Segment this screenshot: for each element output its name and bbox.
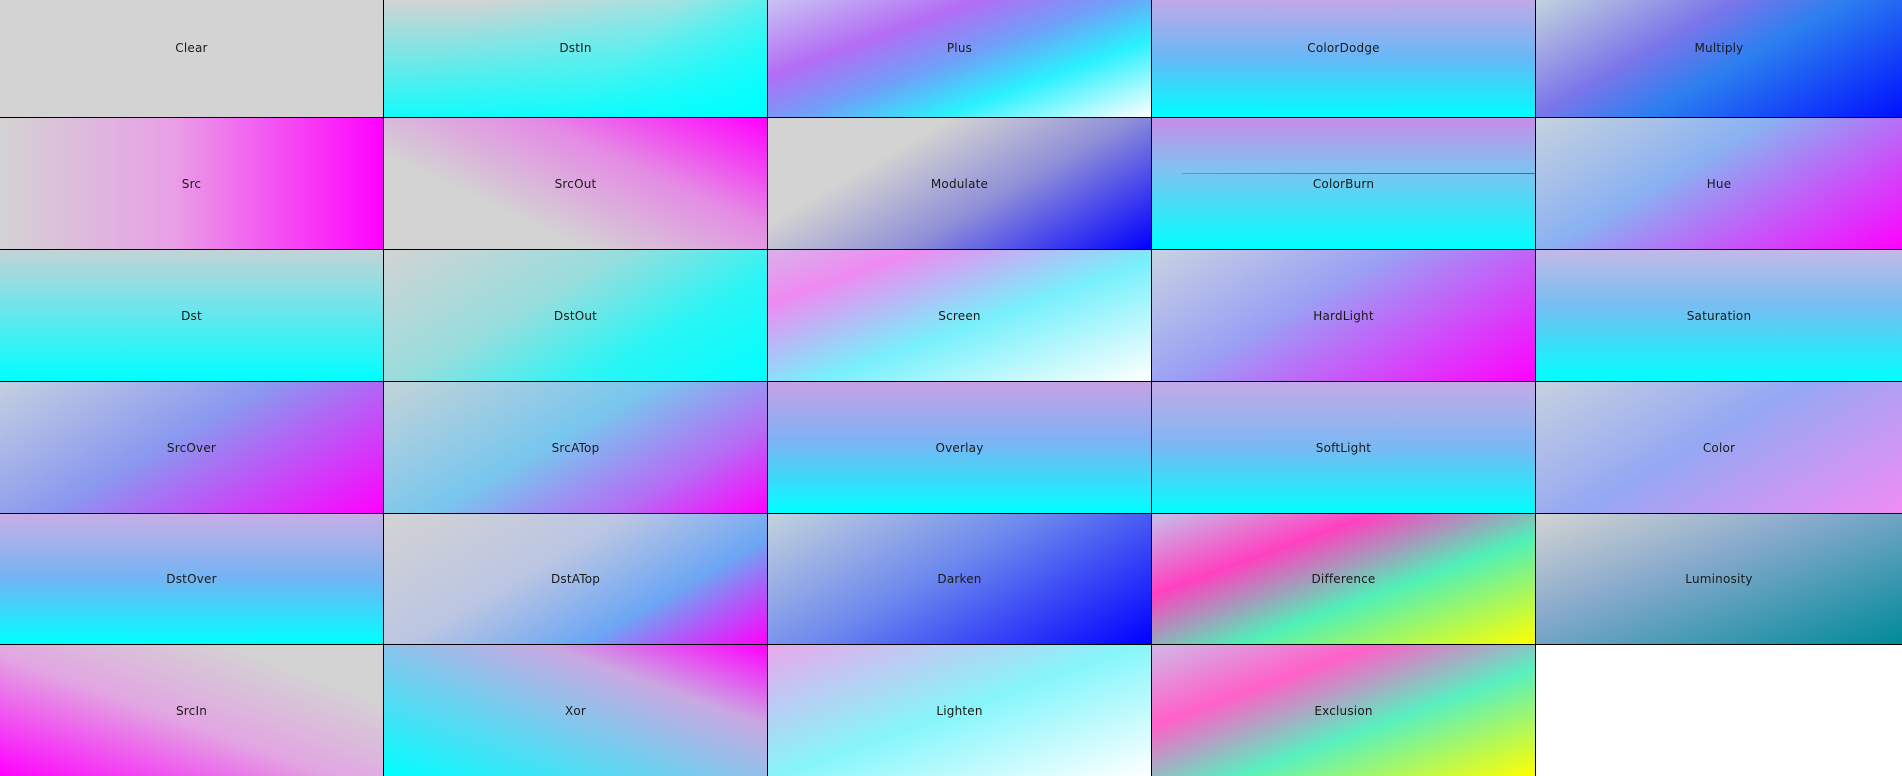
blend-label: Xor [564, 703, 587, 718]
blend-cell-dstover: DstOver [0, 514, 384, 645]
blend-cell-srcout: SrcOut [384, 118, 768, 250]
blend-label: Clear [175, 41, 208, 55]
blend-cell-exclusion: Exclusion [1152, 645, 1536, 776]
blend-cell-lighten: Lighten [768, 645, 1152, 776]
burn-artifact-line [1182, 173, 1535, 174]
blend-cell-dstout: DstOut [384, 250, 768, 382]
blend-cell-hue: Hue [1536, 118, 1902, 250]
blend-label: Plus [946, 41, 973, 55]
blend-label: SrcIn [175, 703, 208, 718]
blend-label: HardLight [1313, 308, 1374, 323]
blend-cell-src: Src [0, 118, 384, 250]
blend-label: DstOut [553, 308, 598, 323]
blend-cell-srcin: SrcIn [0, 645, 384, 776]
blend-cell-color: Color [1536, 382, 1902, 514]
blend-cell-xor: Xor [384, 645, 768, 776]
blend-cell-dstatop: DstATop [384, 514, 768, 645]
blend-label: DstIn [559, 41, 592, 55]
blend-label: Modulate [930, 176, 989, 191]
blend-label: DstOver [166, 572, 217, 586]
blend-label: Hue [1706, 176, 1732, 191]
blend-label: ColorDodge [1307, 41, 1380, 55]
blend-cell-darken: Darken [768, 514, 1152, 645]
blend-cell-plus: Plus [768, 0, 1152, 118]
blend-label: SrcOver [166, 440, 217, 455]
blend-label: Src [181, 176, 202, 191]
blend-cell-hardlight: HardLight [1152, 250, 1536, 382]
blend-label: Dst [181, 308, 202, 323]
blend-label: Darken [937, 572, 982, 586]
blend-label: SoftLight [1315, 440, 1372, 455]
blend-cell-colorburn: ColorBurn [1152, 118, 1536, 250]
blend-label: Color [1702, 440, 1736, 455]
empty-cell [1536, 645, 1902, 776]
blend-label: Screen [938, 308, 981, 323]
blend-cell-saturation: Saturation [1536, 250, 1902, 382]
blend-label: SrcOut [554, 176, 597, 191]
blend-label: Saturation [1686, 308, 1752, 323]
blend-label: Difference [1311, 572, 1376, 586]
blend-cell-difference: Difference [1152, 514, 1536, 645]
blend-cell-dst: Dst [0, 250, 384, 382]
blend-cell-softlight: SoftLight [1152, 382, 1536, 514]
blend-mode-grid: Clear DstIn Plus ColorDodge Multiply Src… [0, 0, 1902, 776]
blend-label: SrcATop [551, 440, 600, 455]
blend-cell-colordodge: ColorDodge [1152, 0, 1536, 118]
blend-label: Lighten [936, 703, 983, 718]
blend-label: Exclusion [1314, 703, 1373, 718]
blend-cell-dstin: DstIn [384, 0, 768, 118]
blend-label: Multiply [1694, 41, 1744, 55]
blend-cell-clear: Clear [0, 0, 384, 118]
blend-cell-srcatop: SrcATop [384, 382, 768, 514]
blend-label: ColorBurn [1312, 176, 1375, 191]
blend-label: Overlay [935, 440, 984, 455]
blend-cell-overlay: Overlay [768, 382, 1152, 514]
blend-cell-modulate: Modulate [768, 118, 1152, 250]
blend-cell-multiply: Multiply [1536, 0, 1902, 118]
blend-label: DstATop [550, 572, 601, 586]
blend-cell-screen: Screen [768, 250, 1152, 382]
blend-cell-srcover: SrcOver [0, 382, 384, 514]
blend-label: Luminosity [1685, 572, 1753, 586]
blend-cell-luminosity: Luminosity [1536, 514, 1902, 645]
